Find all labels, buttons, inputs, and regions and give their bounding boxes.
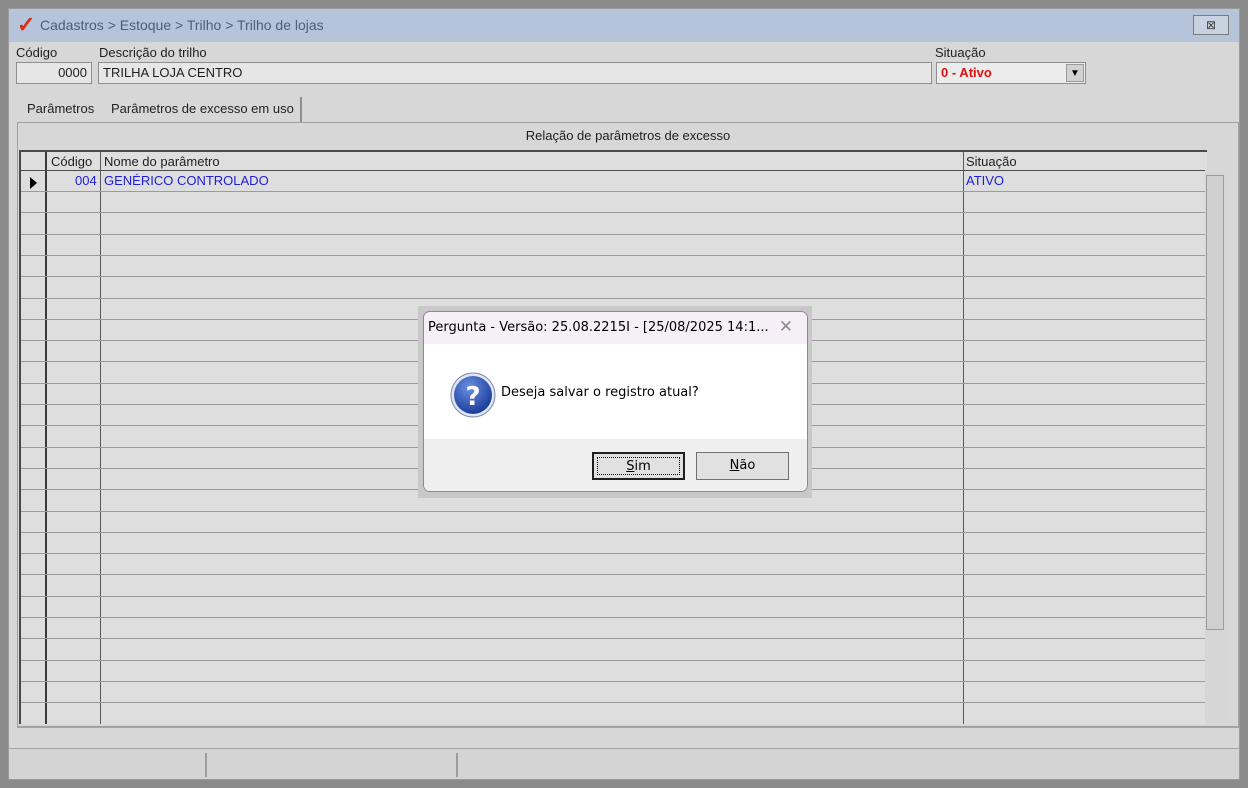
- col-header-codigo[interactable]: Código: [51, 154, 92, 169]
- situacao-select[interactable]: 0 - Ativo ▼: [936, 62, 1086, 84]
- grid-row-line: [21, 276, 1207, 277]
- codigo-field[interactable]: 0000: [16, 62, 92, 84]
- grid-row-line: [21, 617, 1207, 618]
- row-nome[interactable]: GENÉRICO CONTROLADO: [104, 173, 269, 188]
- dialog-title: Pergunta - Versão: 25.08.2215I - [25/08/…: [428, 320, 769, 335]
- tab-parametros-excesso[interactable]: Parâmetros de excesso em uso: [107, 97, 302, 123]
- row-situacao[interactable]: ATIVO: [966, 173, 1004, 188]
- grid-row-line: [21, 660, 1207, 661]
- status-divider: [456, 753, 458, 777]
- vertical-scrollbar[interactable]: [1205, 169, 1227, 723]
- grid-row-line: [21, 574, 1207, 575]
- confirm-dialog: Pergunta - Versão: 25.08.2215I - [25/08/…: [423, 311, 808, 492]
- grid-row-line: [21, 255, 1207, 256]
- grid-row-line: [21, 298, 1207, 299]
- sim-button[interactable]: Sim: [592, 452, 685, 480]
- scrollbar-thumb[interactable]: [1206, 175, 1224, 630]
- grid-row-line: [21, 681, 1207, 682]
- descricao-field[interactable]: TRILHA LOJA CENTRO: [98, 62, 932, 84]
- row-codigo[interactable]: 004: [75, 173, 97, 188]
- panel-heading: Relação de parâmetros de excesso: [525, 128, 731, 143]
- close-window-button[interactable]: ⊠: [1193, 15, 1229, 35]
- descricao-label: Descrição do trilho: [99, 45, 207, 60]
- svg-text:?: ?: [465, 382, 480, 412]
- tab-parametros[interactable]: Parâmetros: [27, 97, 94, 123]
- grid-row-line: [21, 702, 1207, 703]
- grid-row-line: [21, 212, 1207, 213]
- window-title: Cadastros > Estoque > Trilho > Trilho de…: [40, 17, 324, 33]
- grid-header-line: [21, 170, 1207, 171]
- chevron-down-icon[interactable]: ▼: [1066, 64, 1084, 82]
- grid-row-line: [21, 638, 1207, 639]
- question-icon: ?: [450, 372, 496, 418]
- situacao-selected-value: 0 - Ativo: [941, 65, 992, 80]
- nao-mnemonic: N: [729, 458, 740, 473]
- grid-row-line: [21, 191, 1207, 192]
- app-logo-icon: ✓: [17, 12, 36, 37]
- dialog-message: Deseja salvar o registro atual?: [501, 385, 699, 400]
- grid-row-line: [21, 532, 1207, 533]
- row-indicator-icon: [30, 177, 37, 189]
- nao-button[interactable]: Não: [696, 452, 789, 480]
- dialog-title-bar: Pergunta - Versão: 25.08.2215I - [25/08/…: [424, 312, 807, 344]
- grid-row-line: [21, 596, 1207, 597]
- title-bar: ✓ Cadastros > Estoque > Trilho > Trilho …: [9, 9, 1239, 42]
- focus-ring: [597, 457, 680, 475]
- status-bar: [9, 748, 1239, 779]
- close-icon[interactable]: ✕: [779, 317, 793, 337]
- situacao-label: Situação: [935, 45, 986, 60]
- grid-row-line: [21, 511, 1207, 512]
- dialog-footer: Sim Não: [424, 439, 807, 491]
- status-divider: [205, 753, 207, 777]
- grid-row-line: [21, 234, 1207, 235]
- horizontal-divider: [17, 727, 1239, 734]
- col-header-situacao[interactable]: Situação: [966, 154, 1017, 169]
- nao-label: ão: [739, 458, 756, 473]
- grid-row-line: [21, 553, 1207, 554]
- codigo-label: Código: [16, 45, 58, 60]
- col-header-nome[interactable]: Nome do parâmetro: [104, 154, 220, 169]
